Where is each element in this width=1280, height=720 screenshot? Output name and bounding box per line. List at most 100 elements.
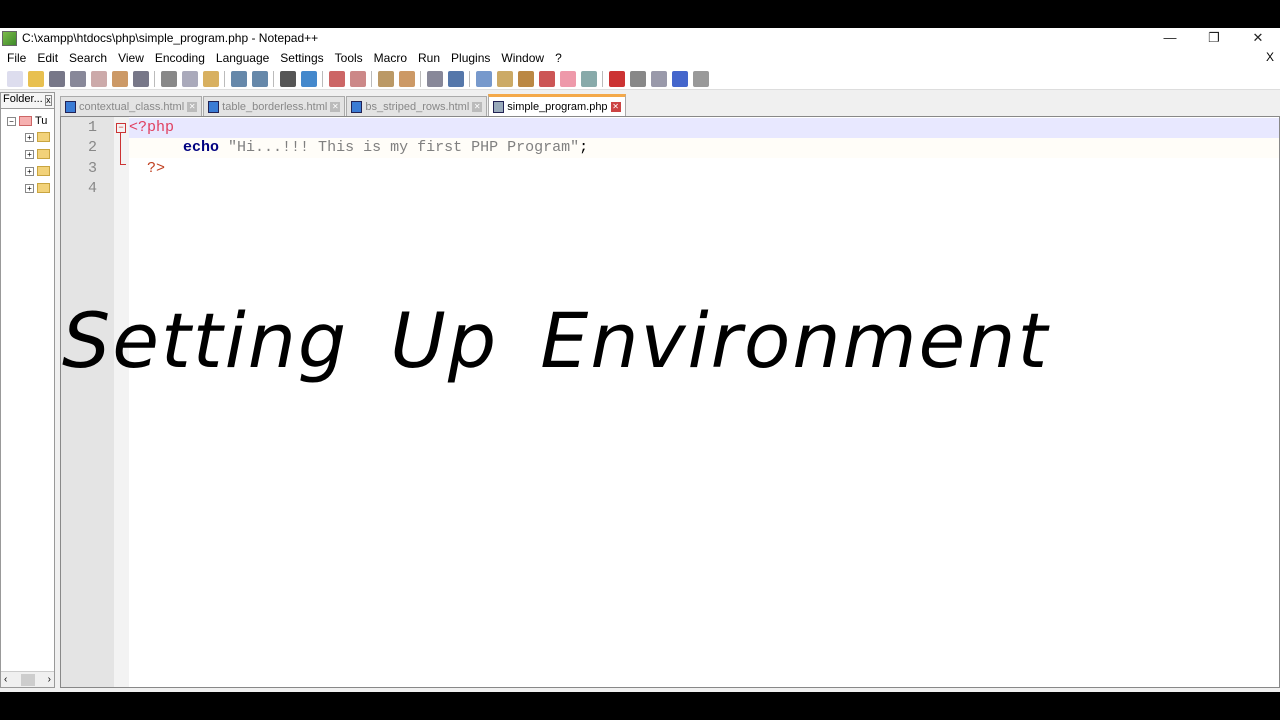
php-close-tag: ?>: [147, 160, 166, 177]
play-macro-icon[interactable]: [650, 70, 667, 87]
save-icon[interactable]: [48, 70, 65, 87]
collapse-icon[interactable]: −: [7, 116, 16, 126]
tab-close-icon[interactable]: ✕: [330, 101, 341, 112]
minimize-button[interactable]: —: [1148, 28, 1192, 48]
expand-icon[interactable]: +: [25, 183, 34, 193]
scroll-left-icon[interactable]: ‹: [4, 674, 7, 685]
toolbar-separator: [602, 70, 603, 87]
show-all-chars-icon[interactable]: [447, 70, 464, 87]
string-literal: "Hi...!!! This is my first PHP Program": [228, 139, 580, 156]
redo-icon[interactable]: [251, 70, 268, 87]
sync-vertical-icon[interactable]: [377, 70, 394, 87]
expand-icon[interactable]: +: [25, 149, 34, 159]
menu-run[interactable]: Run: [413, 51, 446, 65]
panel-close-button[interactable]: x: [44, 95, 52, 106]
tab-label: table_borderless.html: [222, 100, 328, 113]
line-number: 1: [87, 119, 97, 136]
stop-record-icon[interactable]: [629, 70, 646, 87]
zoom-in-icon[interactable]: [328, 70, 345, 87]
paste-icon[interactable]: [202, 70, 219, 87]
scroll-right-icon[interactable]: ›: [48, 674, 51, 685]
save-macro-icon[interactable]: [692, 70, 709, 87]
title-bar: C:\xampp\htdocs\php\simple_program.php -…: [0, 28, 1280, 48]
tab-label: bs_striped_rows.html: [365, 100, 470, 113]
panel-title: Folder...: [3, 93, 43, 105]
copy-icon[interactable]: [181, 70, 198, 87]
semicolon: ;: [579, 139, 589, 156]
toolbar: [0, 68, 1280, 90]
tab-contextual-class[interactable]: contextual_class.html ✕: [60, 96, 203, 116]
menu-file[interactable]: File: [2, 51, 32, 65]
menu-window[interactable]: Window: [496, 51, 550, 65]
undo-icon[interactable]: [230, 70, 247, 87]
menu-settings[interactable]: Settings: [275, 51, 329, 65]
file-icon: [65, 100, 76, 113]
tree-item[interactable]: +: [25, 166, 50, 176]
cut-icon[interactable]: [160, 70, 177, 87]
folder-icon: [37, 183, 50, 193]
menu-help[interactable]: ?: [550, 51, 568, 65]
run-macro-multiple-icon[interactable]: [671, 70, 688, 87]
new-file-icon[interactable]: [6, 70, 23, 87]
open-file-icon[interactable]: [27, 70, 44, 87]
expand-icon[interactable]: +: [25, 166, 34, 176]
toolbar-separator: [273, 70, 274, 87]
php-open-tag: <?php: [129, 119, 175, 136]
word-wrap-icon[interactable]: [426, 70, 443, 87]
tree-item[interactable]: +: [25, 149, 50, 159]
save-all-icon[interactable]: [69, 70, 86, 87]
file-icon: [351, 100, 363, 113]
close-button[interactable]: ✕: [1236, 28, 1280, 48]
replace-icon[interactable]: [300, 70, 317, 87]
code-line-4[interactable]: [129, 179, 1279, 199]
tree-item[interactable]: +: [25, 132, 50, 142]
menu-encoding[interactable]: Encoding: [150, 51, 211, 65]
close-all-icon[interactable]: [111, 70, 128, 87]
sync-horizontal-icon[interactable]: [398, 70, 415, 87]
folder-icon: [37, 149, 50, 159]
tab-close-icon[interactable]: ✕: [472, 101, 483, 112]
indent-guide-icon[interactable]: [475, 70, 492, 87]
tab-bar: contextual_class.html ✕ table_borderless.…: [60, 94, 627, 116]
menu-search[interactable]: Search: [64, 51, 113, 65]
menu-plugins[interactable]: Plugins: [446, 51, 496, 65]
tab-table-borderless[interactable]: table_borderless.html ✕: [203, 96, 346, 116]
tree-root[interactable]: − Tu: [7, 115, 47, 127]
menu-view[interactable]: View: [113, 51, 150, 65]
root-folder-icon: [19, 116, 32, 126]
code-line-3[interactable]: ?>: [129, 159, 1279, 179]
close-icon[interactable]: [90, 70, 107, 87]
close-document-button[interactable]: X: [1266, 50, 1274, 64]
window-title: C:\xampp\htdocs\php\simple_program.php -…: [22, 31, 319, 45]
menu-tools[interactable]: Tools: [330, 51, 369, 65]
menu-edit[interactable]: Edit: [32, 51, 64, 65]
tab-close-icon[interactable]: ✕: [610, 101, 621, 112]
tab-simple-program[interactable]: simple_program.php ✕: [488, 94, 626, 116]
zoom-out-icon[interactable]: [349, 70, 366, 87]
tab-label: simple_program.php: [507, 100, 608, 113]
fold-margin: −: [114, 117, 129, 687]
tree-item[interactable]: +: [25, 183, 50, 193]
tab-bs-striped-rows[interactable]: bs_striped_rows.html ✕: [346, 96, 488, 116]
record-macro-icon[interactable]: [608, 70, 625, 87]
line-number: 2: [87, 139, 97, 156]
scroll-thumb[interactable]: [20, 673, 35, 686]
menu-macro[interactable]: Macro: [369, 51, 413, 65]
horizontal-scrollbar[interactable]: ‹ ›: [1, 671, 54, 687]
expand-icon[interactable]: +: [25, 132, 34, 142]
document-list-icon[interactable]: [559, 70, 576, 87]
fold-collapse-icon[interactable]: −: [116, 123, 126, 133]
tab-close-icon[interactable]: ✕: [187, 101, 198, 112]
restore-button[interactable]: ❐: [1192, 28, 1236, 48]
root-label: Tu: [35, 115, 48, 127]
doc-map-icon[interactable]: [496, 70, 513, 87]
print-icon[interactable]: [132, 70, 149, 87]
code-line-1[interactable]: <?php: [129, 118, 1279, 138]
find-icon[interactable]: [279, 70, 296, 87]
menu-language[interactable]: Language: [211, 51, 275, 65]
code-line-2[interactable]: echo "Hi...!!! This is my first PHP Prog…: [129, 138, 1279, 158]
function-list-icon[interactable]: [517, 70, 534, 87]
monitor-icon[interactable]: [580, 70, 597, 87]
folder-as-workspace-icon[interactable]: [538, 70, 555, 87]
code-editor[interactable]: 1 2 3 4 − <?php echo "Hi...!!! This is m…: [60, 116, 1280, 688]
